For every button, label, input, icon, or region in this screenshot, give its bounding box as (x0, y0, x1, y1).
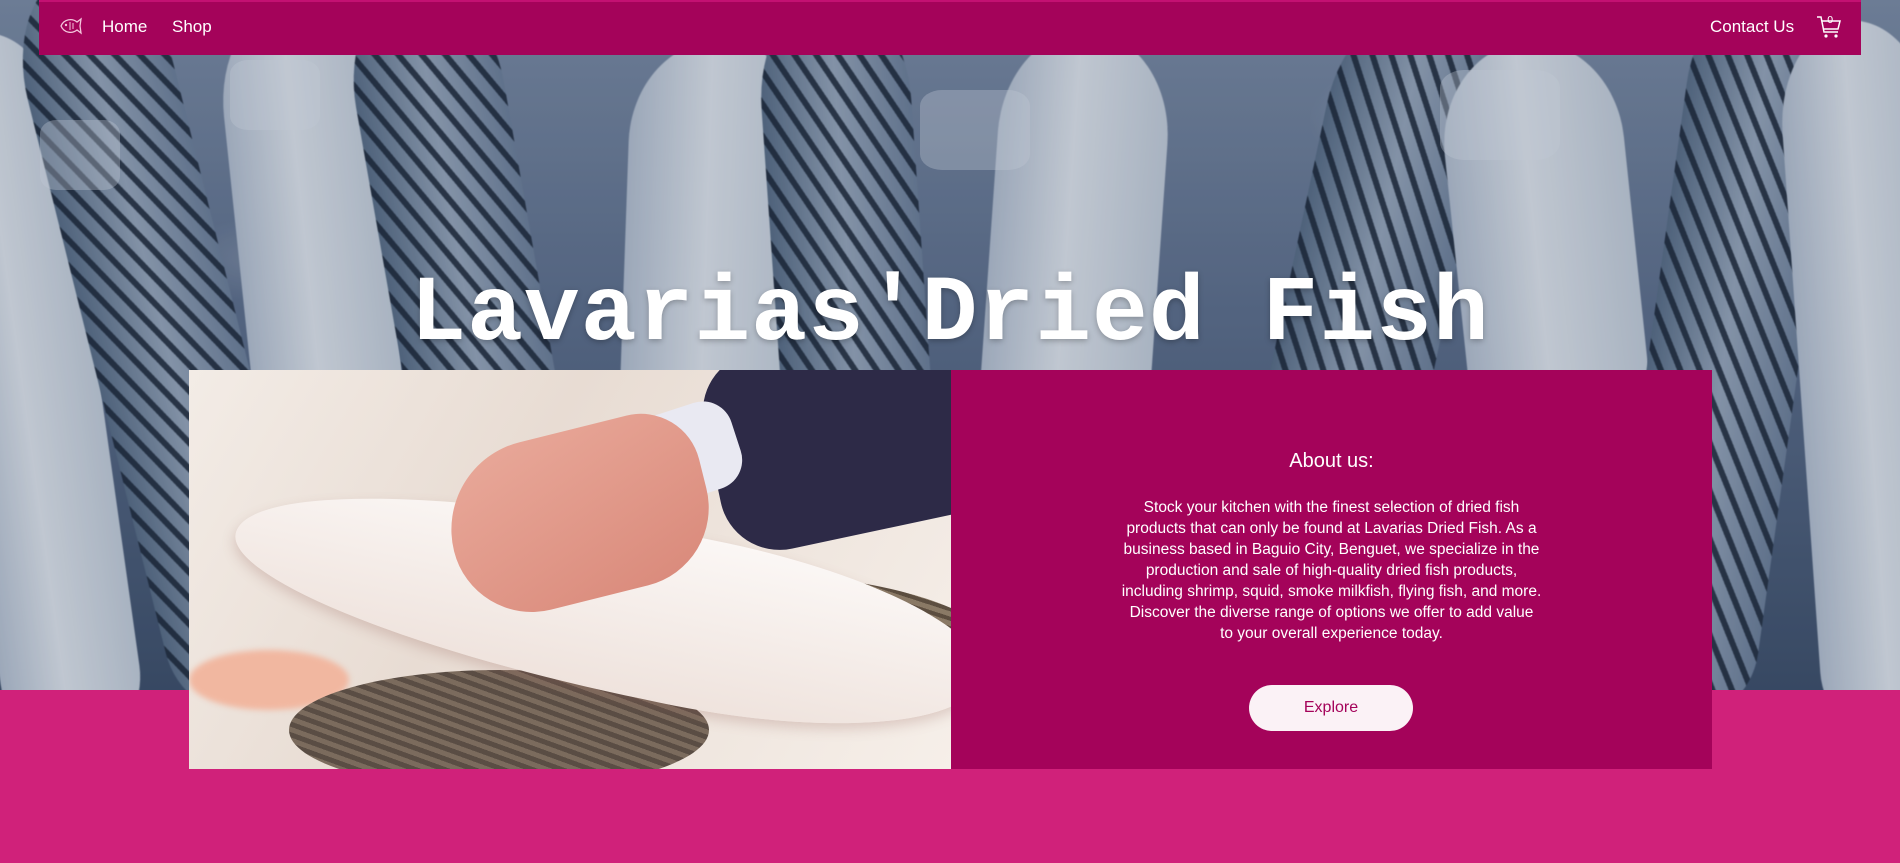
about-description: Stock your kitchen with the finest selec… (1121, 499, 1542, 642)
nav-home-link[interactable]: Home (102, 17, 147, 37)
nav-contact-link[interactable]: Contact Us (1710, 17, 1794, 37)
cart-count-badge: 0 (1827, 15, 1834, 26)
hero-title: Lavarias'Dried Fish (410, 262, 1490, 368)
nav-shop-link[interactable]: Shop (172, 17, 212, 37)
fish-fillet-photo (189, 370, 951, 769)
about-section: About us: Stock your kitchen with the fi… (951, 370, 1712, 769)
fish-logo-icon[interactable] (58, 15, 82, 37)
explore-button[interactable]: Explore (1249, 685, 1413, 731)
about-heading: About us: (1289, 450, 1374, 472)
top-navigation: Home Shop Contact Us 0 (39, 0, 1861, 55)
